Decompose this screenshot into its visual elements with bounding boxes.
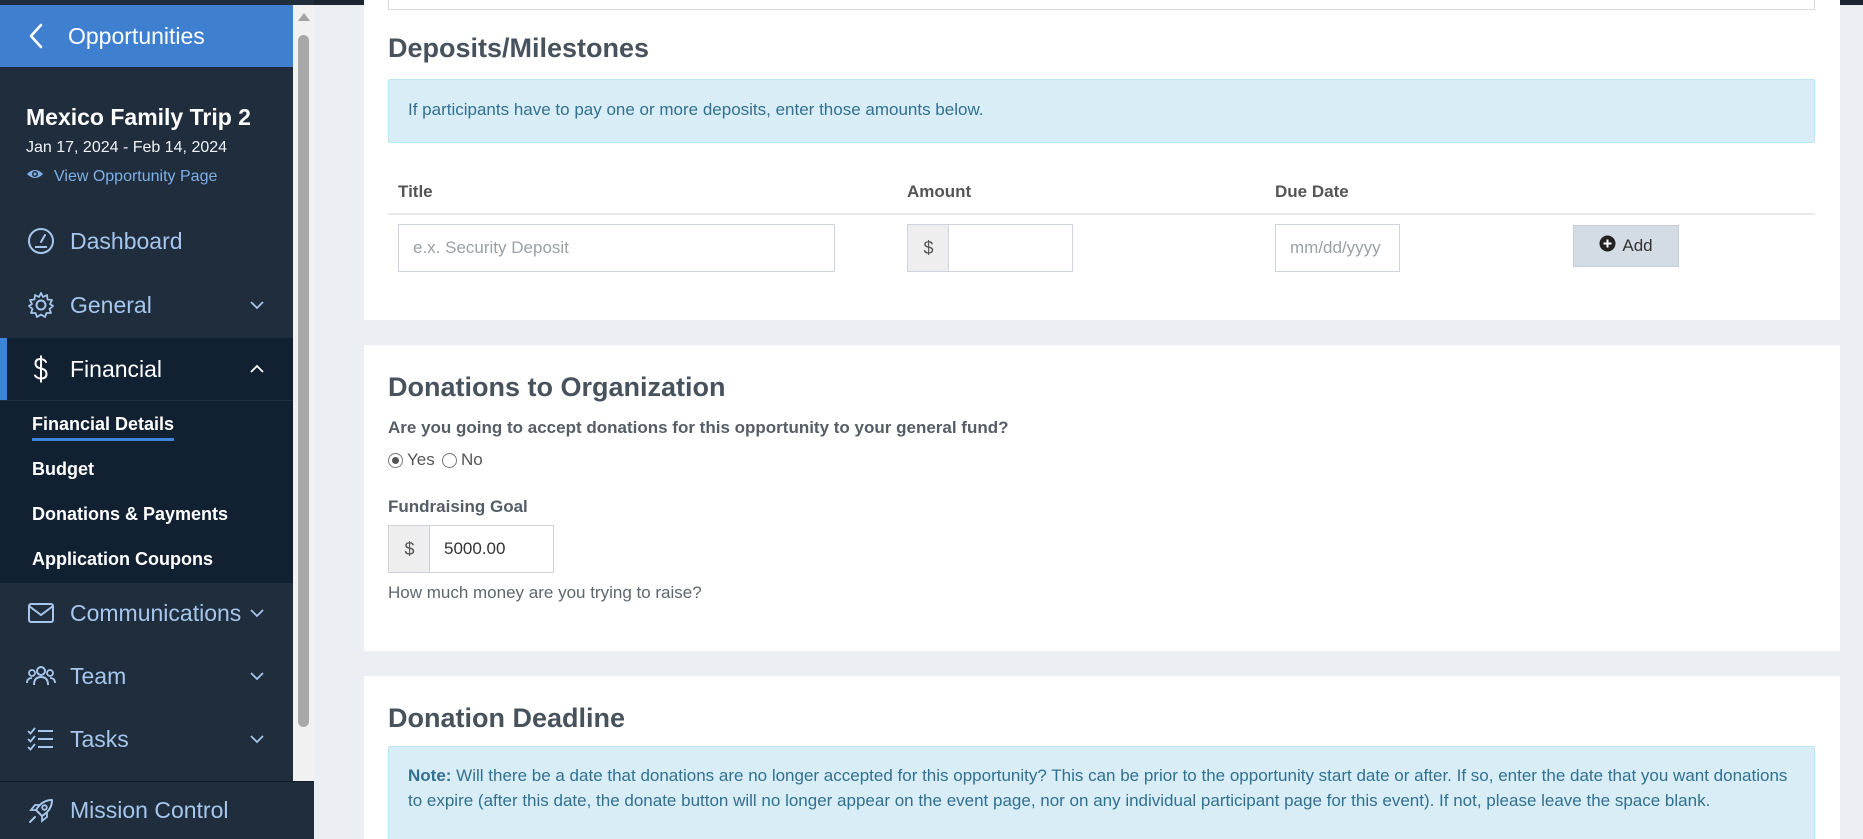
sidebar-item-team[interactable]: Team xyxy=(0,645,293,707)
sidebar-item-financial[interactable]: Financial xyxy=(0,338,293,400)
radio-yes[interactable]: Yes xyxy=(388,450,435,470)
plus-circle-icon xyxy=(1599,235,1616,257)
envelope-icon xyxy=(26,598,70,628)
subnav-item-budget[interactable]: Budget xyxy=(32,459,94,480)
sidebar-item-label: General xyxy=(70,291,152,318)
checklist-icon xyxy=(26,724,70,754)
subnav-item-application-coupons[interactable]: Application Coupons xyxy=(32,549,213,570)
add-deposit-button[interactable]: Add xyxy=(1573,225,1679,267)
financial-subnav: Financial Details Budget Donations & Pay… xyxy=(0,401,293,583)
opportunity-summary: Mexico Family Trip 2 Jan 17, 2024 - Feb … xyxy=(26,104,286,186)
users-icon xyxy=(26,661,70,691)
donations-heading: Donations to Organization xyxy=(388,372,726,402)
table-header-divider xyxy=(388,213,1815,215)
subnav-item-financial-details[interactable]: Financial Details xyxy=(32,414,175,441)
fundraising-goal-help: How much money are you trying to raise? xyxy=(388,583,702,602)
deposits-heading: Deposits/Milestones xyxy=(388,33,650,63)
currency-addon: $ xyxy=(388,525,430,573)
radio-no[interactable]: No xyxy=(442,450,483,470)
view-opportunity-label: View Opportunity Page xyxy=(54,167,218,185)
radio-yes-circle[interactable] xyxy=(388,452,403,468)
scrollbar-thumb[interactable] xyxy=(298,35,309,727)
donation-deadline-card: Donation Deadline Note: Will there be a … xyxy=(364,676,1840,839)
chevron-up-icon xyxy=(245,364,269,374)
radio-no-label: No xyxy=(461,450,483,469)
sidebar: Opportunities Mexico Family Trip 2 Jan 1… xyxy=(0,0,314,839)
eye-icon xyxy=(26,167,44,186)
deposits-card: Deposits/Milestones If participants have… xyxy=(364,0,1840,320)
scroll-up-arrow-icon[interactable] xyxy=(298,13,310,21)
fundraising-goal-label: Fundraising Goal xyxy=(388,497,528,516)
sidebar-item-label: Communications xyxy=(70,599,242,626)
sidebar-item-label: Financial xyxy=(70,355,163,382)
radio-no-circle[interactable] xyxy=(442,452,457,468)
radio-yes-label: Yes xyxy=(407,450,435,469)
deposit-due-date-input[interactable]: mm/dd/yyyy xyxy=(1275,224,1400,272)
currency-addon: $ xyxy=(907,224,949,272)
chevron-left-icon xyxy=(28,23,68,49)
chevron-down-icon xyxy=(245,671,269,681)
donations-card: Donations to Organization Are you going … xyxy=(364,345,1840,651)
previous-field-edge xyxy=(388,0,1815,10)
subnav-item-donations-payments[interactable]: Donations & Payments xyxy=(32,504,228,525)
deposits-info-alert: If participants have to pay one or more … xyxy=(388,79,1815,143)
fundraising-goal-input[interactable]: 5000.00 xyxy=(429,525,554,573)
sidebar-inner: Opportunities Mexico Family Trip 2 Jan 1… xyxy=(0,0,293,839)
gear-icon xyxy=(26,290,70,320)
sidebar-item-communications[interactable]: Communications xyxy=(0,582,293,644)
sidebar-item-mission-control[interactable]: Mission Control xyxy=(0,782,314,839)
deadline-note-alert: Note: Will there be a date that donation… xyxy=(388,746,1815,839)
sidebar-item-label: Tasks xyxy=(70,725,129,752)
column-header-title: Title xyxy=(398,182,433,201)
chevron-down-icon xyxy=(245,300,269,310)
chevron-down-icon xyxy=(245,608,269,618)
back-label: Opportunities xyxy=(68,22,205,49)
accept-donations-question: Are you going to accept donations for th… xyxy=(388,418,1009,437)
sidebar-item-label: Dashboard xyxy=(70,227,183,254)
column-header-due-date: Due Date xyxy=(1275,182,1349,201)
chevron-down-icon xyxy=(245,734,269,744)
deposit-title-input[interactable]: e.x. Security Deposit xyxy=(398,224,835,272)
note-label: Note: xyxy=(408,766,452,785)
opportunity-dates: Jan 17, 2024 - Feb 14, 2024 xyxy=(26,139,228,156)
opportunity-title: Mexico Family Trip 2 xyxy=(26,104,251,130)
deadline-heading: Donation Deadline xyxy=(388,703,626,733)
sidebar-item-label: Team xyxy=(70,662,127,689)
column-header-amount: Amount xyxy=(907,182,972,201)
sidebar-item-label: Mission Control xyxy=(70,797,229,823)
deposit-amount-input[interactable] xyxy=(948,224,1073,272)
sidebar-scrollbar[interactable] xyxy=(293,5,314,781)
back-to-opportunities-button[interactable]: Opportunities xyxy=(0,5,293,67)
note-text: Will there be a date that donations are … xyxy=(408,766,1788,810)
view-opportunity-link[interactable]: View Opportunity Page xyxy=(26,167,286,186)
sidebar-item-dashboard[interactable]: Dashboard xyxy=(0,210,293,272)
sidebar-item-tasks[interactable]: Tasks xyxy=(0,708,293,770)
dollar-icon xyxy=(26,354,70,384)
sidebar-item-general[interactable]: General xyxy=(0,274,293,336)
add-button-label: Add xyxy=(1622,236,1653,255)
rocket-icon xyxy=(26,796,70,826)
gauge-icon xyxy=(26,226,70,256)
